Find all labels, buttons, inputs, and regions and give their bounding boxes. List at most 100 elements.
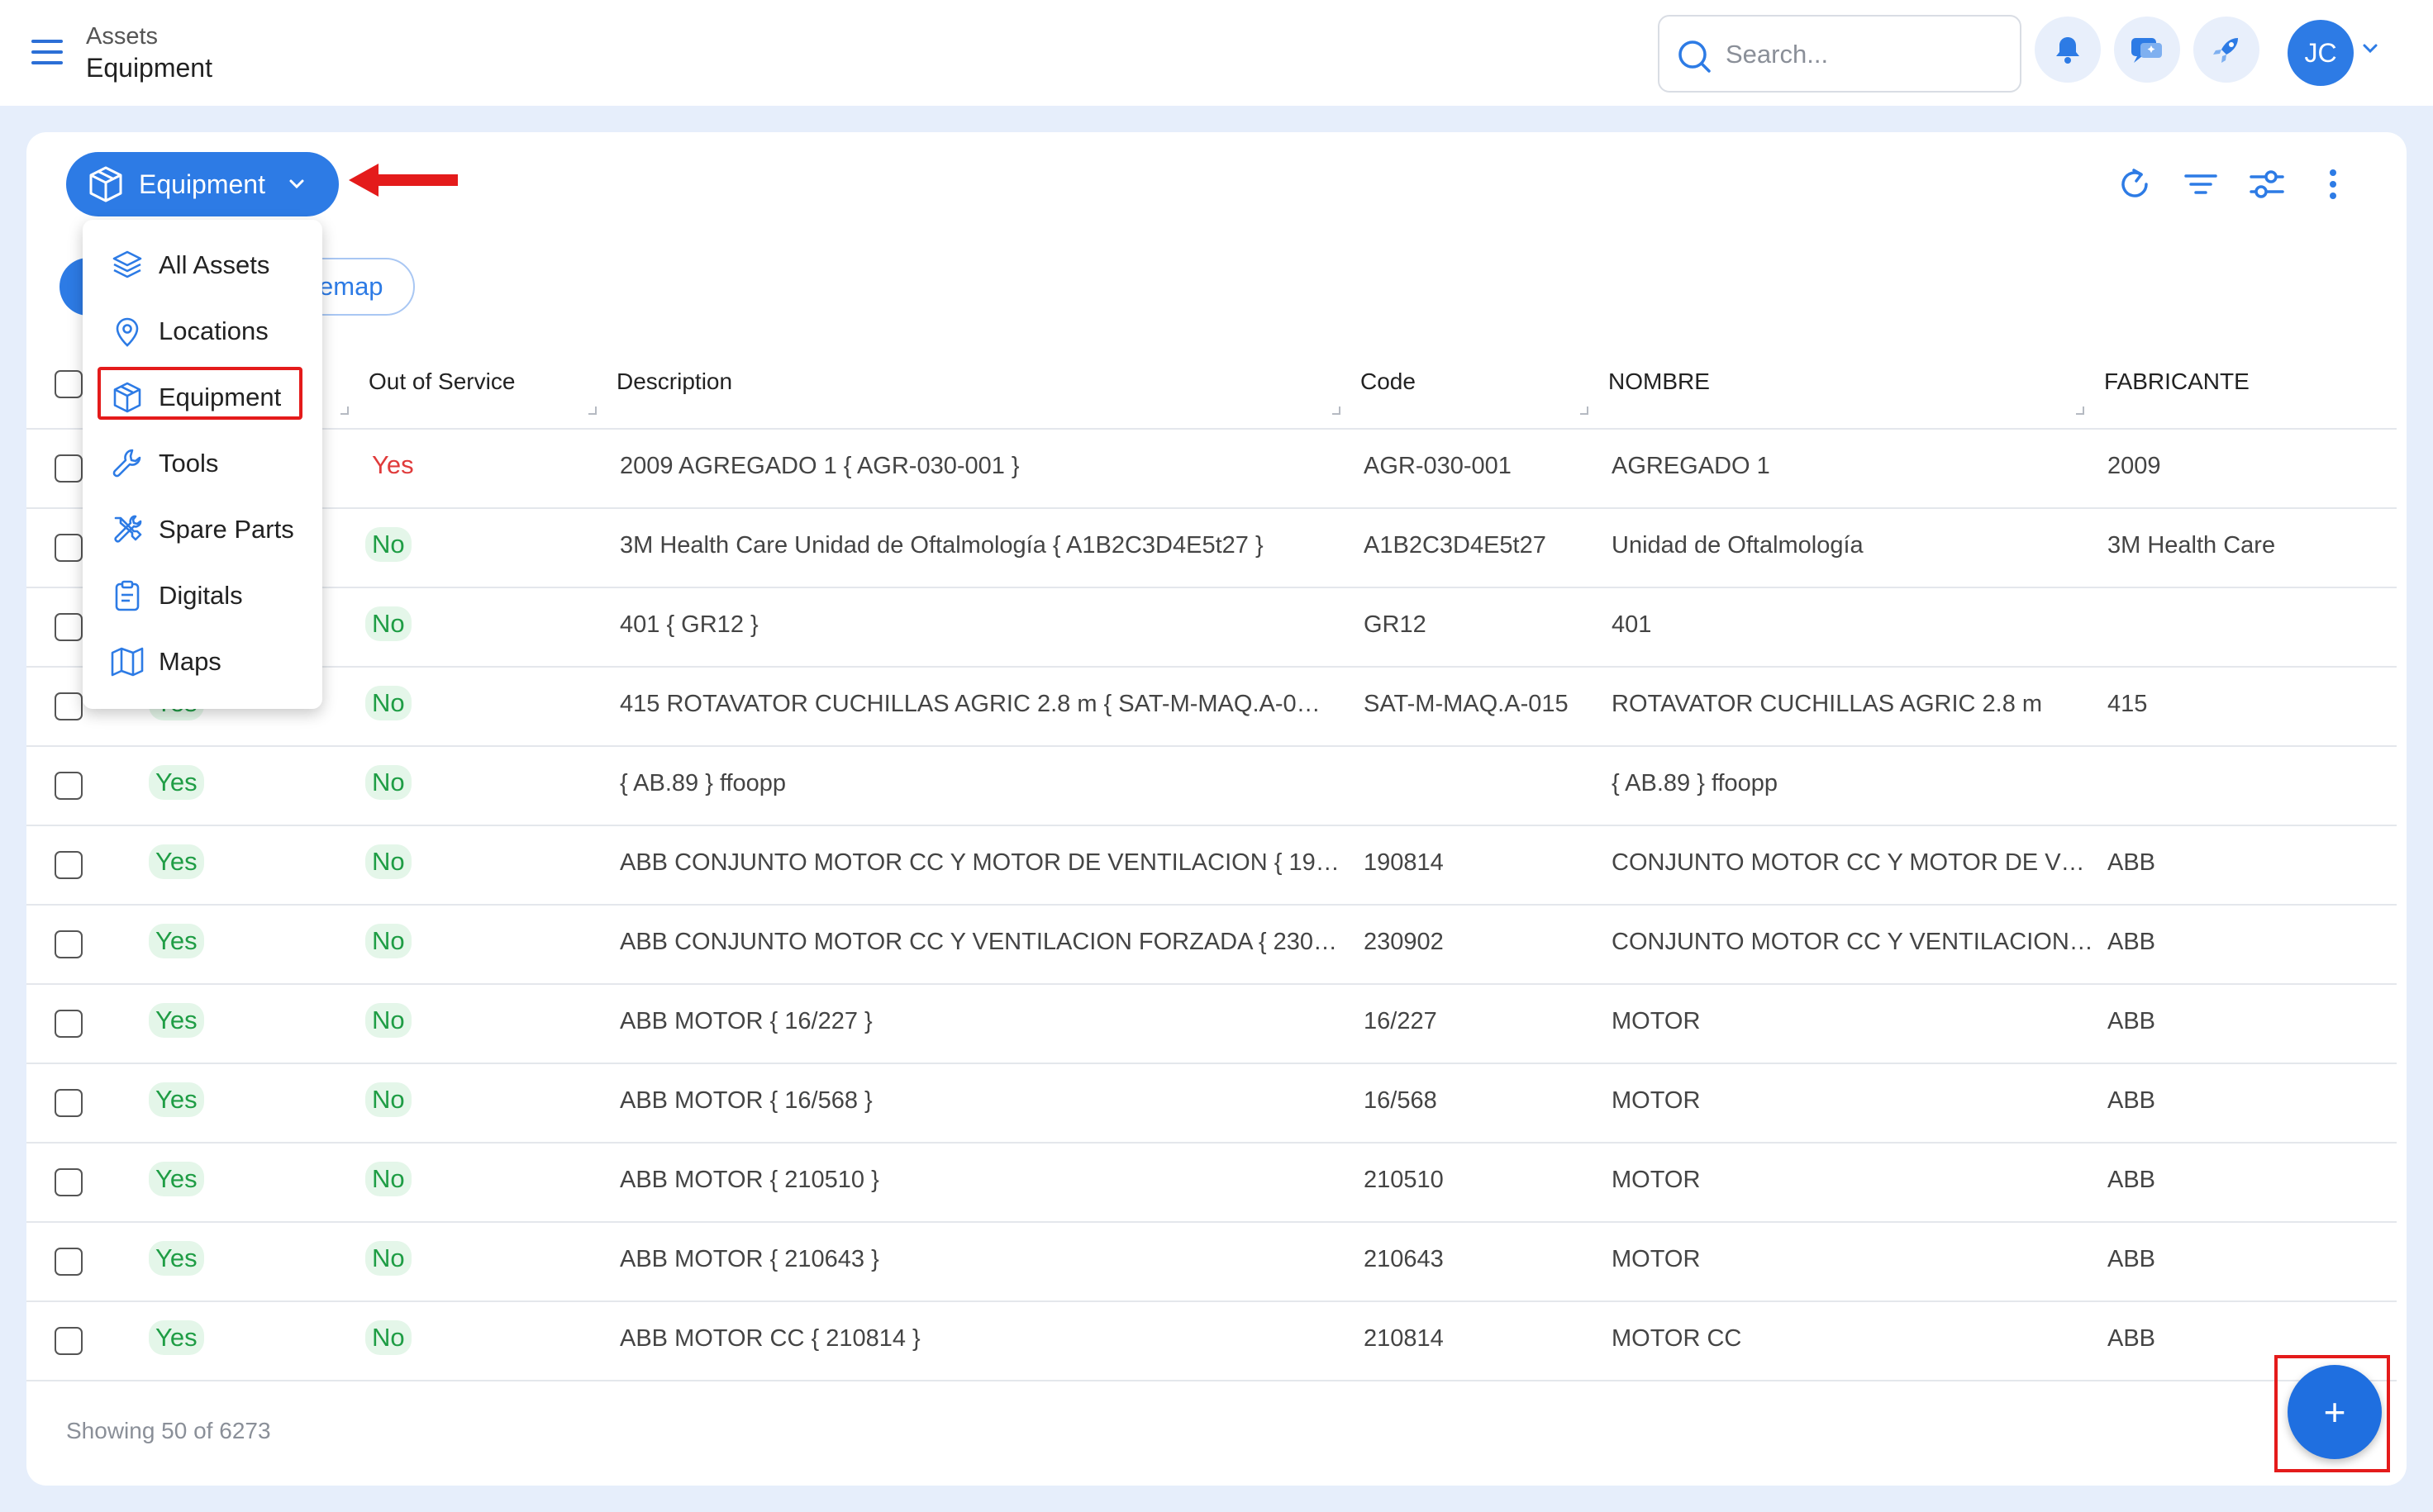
fabricante-cell: ABB bbox=[2107, 849, 2156, 876]
column-header-nombre[interactable]: NOMBRE bbox=[1608, 368, 1710, 395]
table-row[interactable]: Yes 2009 AGREGADO 1 { AGR-030-001 } AGR-… bbox=[26, 430, 2397, 509]
table-row[interactable]: Yes No ABB MOTOR CC { 210814 } 210814 MO… bbox=[26, 1302, 2397, 1381]
out-of-service-badge: No bbox=[365, 1162, 412, 1196]
fabricante-cell: ABB bbox=[2107, 929, 2156, 955]
out-of-service-badge: No bbox=[365, 1003, 412, 1038]
table-row[interactable]: Yes No ABB MOTOR { 210510 } 210510 MOTOR… bbox=[26, 1144, 2397, 1223]
notifications-bell-icon[interactable] bbox=[2035, 17, 2101, 83]
user-avatar[interactable]: JC bbox=[2288, 20, 2354, 86]
menu-item-label: Tools bbox=[159, 449, 219, 478]
search-input[interactable] bbox=[1726, 35, 2007, 74]
column-resize-handle[interactable] bbox=[340, 407, 349, 415]
table-row[interactable]: No 3M Health Care Unidad de Oftalmología… bbox=[26, 509, 2397, 588]
table-row[interactable]: No 401 { GR12 } GR12 401 bbox=[26, 588, 2397, 668]
code-cell: 210510 bbox=[1364, 1167, 1444, 1193]
fabricante-cell: ABB bbox=[2107, 1167, 2156, 1193]
table-row[interactable]: Yes No ABB CONJUNTO MOTOR CC Y MOTOR DE … bbox=[26, 826, 2397, 906]
search-box[interactable] bbox=[1658, 15, 2021, 93]
row-checkbox[interactable] bbox=[55, 930, 83, 958]
select-all-checkbox[interactable] bbox=[55, 370, 83, 398]
column-resize-handle[interactable] bbox=[588, 407, 597, 415]
out-of-service-badge: No bbox=[365, 1082, 412, 1117]
row-checkbox[interactable] bbox=[55, 1089, 83, 1117]
refresh-icon[interactable] bbox=[2116, 165, 2154, 203]
menu-item-locations[interactable]: Locations bbox=[83, 302, 322, 360]
nombre-cell: CONJUNTO MOTOR CC Y MOTOR DE VENTI... bbox=[1612, 849, 2099, 876]
row-checkbox[interactable] bbox=[55, 851, 83, 879]
row-checkbox[interactable] bbox=[55, 454, 83, 483]
column-resize-handle[interactable] bbox=[2076, 407, 2084, 415]
filter-lines-icon[interactable] bbox=[2182, 165, 2220, 203]
top-bar: Assets Equipment JC bbox=[0, 0, 2433, 106]
fabricante-cell: ABB bbox=[2107, 1246, 2156, 1272]
map-icon bbox=[109, 645, 145, 678]
fabricante-cell: ABB bbox=[2107, 1325, 2156, 1352]
description-cell: 415 ROTAVATOR CUCHILLAS AGRIC 2.8 m { SA… bbox=[620, 691, 1331, 717]
nombre-cell: Unidad de Oftalmología bbox=[1612, 532, 1864, 559]
row-checkbox[interactable] bbox=[55, 1168, 83, 1196]
out-of-service-badge: No bbox=[365, 1241, 412, 1276]
menu-item-digitals[interactable]: Digitals bbox=[83, 567, 322, 625]
menu-item-maps[interactable]: Maps bbox=[83, 633, 322, 691]
active-badge: Yes bbox=[149, 1003, 204, 1038]
out-of-service-badge: No bbox=[365, 527, 412, 562]
row-checkbox[interactable] bbox=[55, 772, 83, 800]
menu-item-label: Spare Parts bbox=[159, 515, 294, 544]
column-header-code[interactable]: Code bbox=[1360, 368, 1416, 395]
row-checkbox[interactable] bbox=[55, 613, 83, 641]
nombre-cell: MOTOR CC bbox=[1612, 1325, 1742, 1352]
table-row[interactable]: Yes No ABB MOTOR { 16/568 } 16/568 MOTOR… bbox=[26, 1064, 2397, 1144]
asset-category-dropdown-button[interactable]: Equipment bbox=[66, 152, 339, 216]
column-resize-handle[interactable] bbox=[1580, 407, 1588, 415]
fabricante-cell: 3M Health Care bbox=[2107, 532, 2276, 559]
table-row[interactable]: Yes No 415 ROTAVATOR CUCHILLAS AGRIC 2.8… bbox=[26, 668, 2397, 747]
menu-item-label: Digitals bbox=[159, 581, 243, 610]
active-badge: Yes bbox=[149, 1082, 204, 1117]
chevron-down-icon[interactable] bbox=[2362, 43, 2378, 55]
column-resize-handle[interactable] bbox=[1332, 407, 1340, 415]
out-of-service-badge: No bbox=[365, 844, 412, 879]
nombre-cell: ROTAVATOR CUCHILLAS AGRIC 2.8 m bbox=[1612, 691, 2043, 717]
column-header-out-of-service[interactable]: Out of Service bbox=[369, 368, 515, 395]
row-checkbox[interactable] bbox=[55, 1327, 83, 1355]
code-cell: GR12 bbox=[1364, 611, 1426, 638]
highlight-box bbox=[98, 367, 302, 420]
code-cell: 210643 bbox=[1364, 1246, 1444, 1272]
out-of-service-badge: No bbox=[365, 606, 412, 641]
description-cell: 401 { GR12 } bbox=[620, 611, 759, 638]
out-of-service-badge: No bbox=[365, 924, 412, 958]
row-checkbox[interactable] bbox=[55, 534, 83, 562]
hamburger-menu-icon[interactable] bbox=[31, 40, 63, 66]
row-checkbox[interactable] bbox=[55, 692, 83, 720]
out-of-service-badge: No bbox=[365, 765, 412, 800]
description-cell: ABB CONJUNTO MOTOR CC Y VENTILACION FORZ… bbox=[620, 929, 1347, 955]
code-cell: SAT-M-MAQ.A-015 bbox=[1364, 691, 1569, 717]
menu-item-tools[interactable]: Tools bbox=[83, 435, 322, 492]
nombre-cell: MOTOR bbox=[1612, 1087, 1701, 1114]
code-cell: 230902 bbox=[1364, 929, 1444, 955]
layers-icon bbox=[109, 249, 145, 282]
column-header-description[interactable]: Description bbox=[617, 368, 732, 395]
column-header-fabricante[interactable]: FABRICANTE bbox=[2104, 368, 2250, 395]
table-row[interactable]: Yes No ABB MOTOR { 210643 } 210643 MOTOR… bbox=[26, 1223, 2397, 1302]
nombre-cell: MOTOR bbox=[1612, 1246, 1701, 1272]
menu-item-label: Locations bbox=[159, 316, 269, 345]
asset-category-menu: All Assets Locations Equipment Tools Spa… bbox=[83, 220, 322, 709]
asset-category-label: Equipment bbox=[139, 169, 265, 199]
description-cell: ABB MOTOR { 210510 } bbox=[620, 1167, 879, 1193]
table-row[interactable]: Yes No ABB MOTOR { 16/227 } 16/227 MOTOR… bbox=[26, 985, 2397, 1064]
breadcrumb-parent[interactable]: Assets bbox=[86, 23, 158, 50]
row-checkbox[interactable] bbox=[55, 1248, 83, 1276]
table-row[interactable]: Yes No { AB.89 } ffoopp { AB.89 } ffoopp bbox=[26, 747, 2397, 826]
row-checkbox[interactable] bbox=[55, 1010, 83, 1038]
sliders-settings-icon[interactable] bbox=[2248, 165, 2286, 203]
menu-item-all-assets[interactable]: All Assets bbox=[83, 236, 322, 294]
table-row[interactable]: Yes No ABB CONJUNTO MOTOR CC Y VENTILACI… bbox=[26, 906, 2397, 985]
out-of-service-badge: No bbox=[365, 1320, 412, 1355]
menu-item-spare-parts[interactable]: Spare Parts bbox=[83, 501, 322, 559]
code-cell: 210814 bbox=[1364, 1325, 1444, 1352]
rocket-icon[interactable] bbox=[2193, 17, 2259, 83]
page-title: Equipment bbox=[86, 53, 212, 83]
more-vertical-icon[interactable] bbox=[2314, 165, 2352, 203]
chat-ai-icon[interactable] bbox=[2114, 17, 2180, 83]
